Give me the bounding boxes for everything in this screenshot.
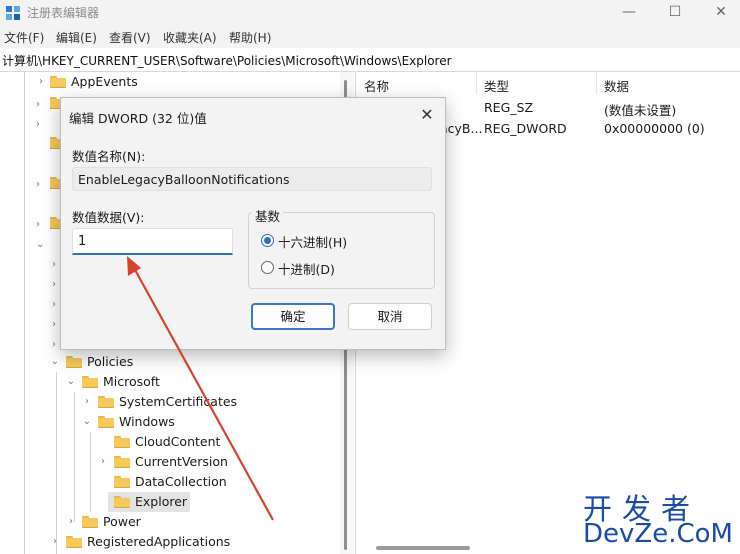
watermark-text: DevZe.CoM xyxy=(583,519,733,549)
annotation-arrow xyxy=(127,256,274,521)
